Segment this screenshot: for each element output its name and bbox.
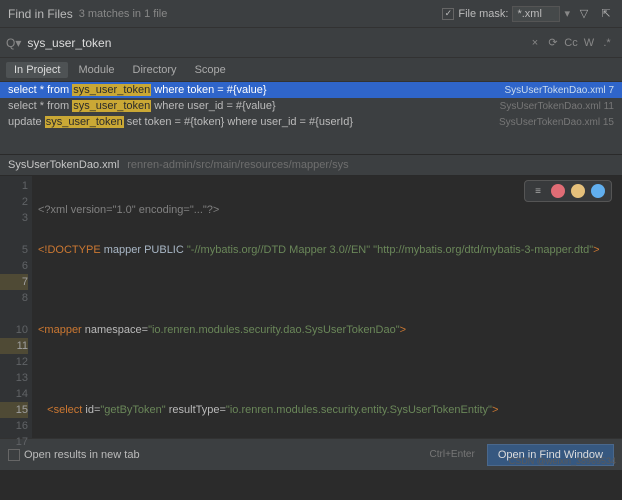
result-row[interactable]: update sys_user_token set token = #{toke… <box>0 114 622 130</box>
watermark: CSDN @weixin_38969534 <box>509 456 616 466</box>
reader-toolbar: ≡ <box>524 180 612 202</box>
open-new-tab-checkbox[interactable] <box>8 449 20 461</box>
tab-in-project[interactable]: In Project <box>6 62 68 78</box>
result-row[interactable]: select * from sys_user_token where user_… <box>0 98 622 114</box>
search-input[interactable] <box>25 34 526 52</box>
file-mask-input[interactable] <box>512 6 560 22</box>
file-mask-group: ✓ File mask: ▾ <box>442 6 570 22</box>
match-case-toggle[interactable]: Cc <box>562 37 580 49</box>
history-icon[interactable]: ⟳ <box>544 36 562 49</box>
tab-module[interactable]: Module <box>70 62 122 78</box>
editor: 1 2 3 5 6 7 8 10 11 12 13 14 15 16 17 <?… <box>0 176 622 438</box>
whole-word-toggle[interactable]: W <box>580 37 598 49</box>
crumb-filepath: renren-admin/src/main/resources/mapper/s… <box>127 159 348 171</box>
file-mask-checkbox[interactable]: ✓ <box>442 8 454 20</box>
clear-icon[interactable]: × <box>526 37 544 49</box>
dialog-titlebar: Find in Files 3 matches in 1 file ✓ File… <box>0 0 622 28</box>
open-new-tab-label: Open results in new tab <box>24 449 140 461</box>
scope-tabs: In Project Module Directory Scope <box>0 58 622 82</box>
dialog-title: Find in Files <box>8 7 73 21</box>
reader-menu-icon[interactable]: ≡ <box>531 184 545 198</box>
pin-icon[interactable]: ⇱ <box>598 6 614 22</box>
tab-scope[interactable]: Scope <box>187 62 234 78</box>
file-mask-dropdown-icon[interactable]: ▾ <box>564 7 570 20</box>
search-prefix-icon[interactable]: Q▾ <box>6 36 21 50</box>
search-bar: Q▾ × ⟳ Cc W .* <box>0 28 622 58</box>
shortcut-hint: Ctrl+Enter <box>430 449 475 460</box>
browser-icon-yellow[interactable] <box>571 184 585 198</box>
code-area[interactable]: <?xml version="1.0" encoding="..."?> <!D… <box>32 176 622 438</box>
match-count: 3 matches in 1 file <box>79 8 168 20</box>
result-row[interactable]: select * from sys_user_token where token… <box>0 82 622 98</box>
file-mask-label: File mask: <box>458 8 508 20</box>
gutter: 1 2 3 5 6 7 8 10 11 12 13 14 15 16 17 <box>0 176 32 438</box>
file-crumb: SysUserTokenDao.xml renren-admin/src/mai… <box>0 154 622 176</box>
filter-icon[interactable]: ▽ <box>576 6 592 22</box>
regex-toggle[interactable]: .* <box>598 37 616 49</box>
browser-icon-red[interactable] <box>551 184 565 198</box>
results-list: select * from sys_user_token where token… <box>0 82 622 154</box>
tab-directory[interactable]: Directory <box>125 62 185 78</box>
crumb-filename: SysUserTokenDao.xml <box>8 159 119 171</box>
browser-icon-blue[interactable] <box>591 184 605 198</box>
